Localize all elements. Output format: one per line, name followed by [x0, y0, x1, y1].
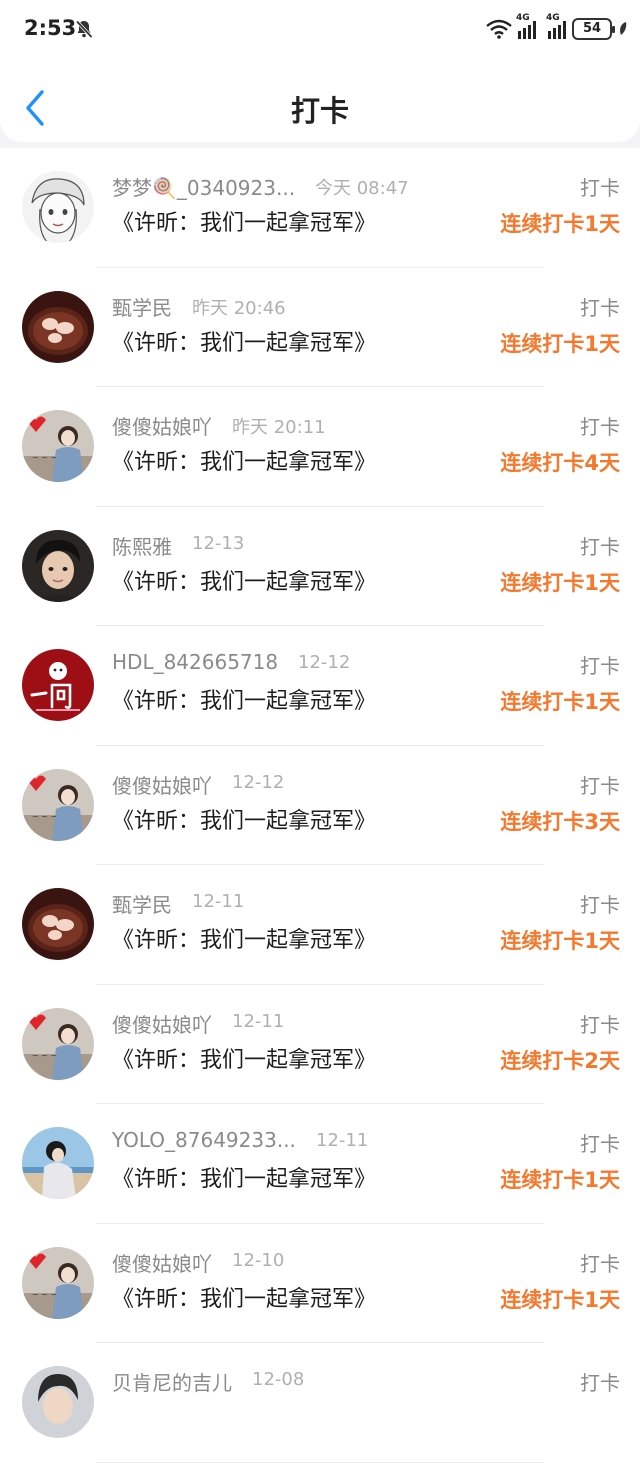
streak-days: 连续打卡1天 [500, 690, 620, 714]
svg-text:~ ~ ~: ~ ~ ~ [32, 812, 57, 821]
book-title: 《许昕：我们一起拿冠军》 [112, 450, 377, 475]
checkin-item[interactable]: ~ ~ ~ 傻傻姑娘吖 12-12 打卡《许昕：我们一起拿冠军》 连续打卡3天 [0, 745, 640, 865]
avatar[interactable] [22, 529, 94, 602]
book-title: 《许昕：我们一起拿冠军》 [112, 689, 377, 714]
checkin-item[interactable]: 梦梦🍭_0340923... 今天 08:47 打卡《许昕：我们一起拿冠军》 连续打卡… [0, 148, 640, 268]
checkin-time: 昨天 20:11 [232, 417, 326, 438]
checkin-time: 今天 08:47 [315, 178, 409, 199]
book-title: 《许昕：我们一起拿冠军》 [112, 1047, 377, 1073]
svg-text:~ ~ ~: ~ ~ ~ [32, 1290, 57, 1299]
checkin-label: 打卡 [580, 415, 620, 439]
user-name[interactable]: 傻傻姑娘吖 [112, 1009, 212, 1038]
avatar[interactable]: ~ ~ ~ [22, 1007, 94, 1080]
page-title: 打卡 [290, 94, 349, 128]
checkin-label: 打卡 [580, 295, 620, 320]
checkin-item[interactable]: 陈熙雅 12-13 打卡《许昕：我们一起拿冠军》 连续打卡1天 [0, 506, 640, 626]
book-title: 《许昕：我们一起拿冠军》 [112, 569, 377, 595]
signal-icon: 4G [516, 13, 536, 39]
checkin-label: 打卡 [580, 773, 620, 798]
checkin-label: 打卡 [580, 1371, 620, 1395]
book-title: 《许昕：我们一起拿冠军》 [112, 330, 377, 356]
checkin-time: 12-10 [232, 1249, 285, 1271]
checkin-time: 12-11 [192, 891, 245, 912]
checkin-item[interactable]: ~ ~ ~ 傻傻姑娘吖 12-11 打卡《许昕：我们一起拿冠军》 连续打卡2天 [0, 984, 640, 1104]
user-name[interactable]: 甄学民 [112, 889, 172, 918]
checkin-item[interactable]: ~ ~ ~ 傻傻姑娘吖 昨天 20:11 打卡《许昕：我们一起拿冠军》 连续打卡4天 [0, 387, 640, 507]
checkin-label: 打卡 [580, 654, 620, 678]
avatar[interactable] [22, 1127, 94, 1199]
avatar[interactable] [22, 888, 94, 960]
streak-days: 连续打卡2天 [500, 1048, 620, 1073]
leaf-icon [620, 22, 627, 35]
checkin-label: 打卡 [580, 1132, 620, 1156]
checkin-item[interactable]: ~ ~ ~ 傻傻姑娘吖 12-10 打卡《许昕：我们一起拿冠军》 连续打卡1天 [0, 1223, 640, 1343]
streak-days: 连续打卡1天 [500, 570, 620, 595]
checkin-label: 打卡 [580, 176, 620, 200]
checkin-time: 昨天 20:46 [192, 297, 286, 319]
streak-days: 连续打卡3天 [500, 809, 620, 834]
checkin-time: 12-12 [232, 771, 285, 793]
user-name[interactable]: 甄学民 [112, 292, 172, 321]
nav-bar: 打卡 [0, 62, 640, 142]
streak-days: 连续打卡1天 [500, 929, 620, 953]
user-name[interactable]: 贝肯尼的吉儿 [112, 1367, 232, 1396]
checkin-label: 打卡 [580, 1012, 620, 1037]
user-name[interactable]: 傻傻姑娘吖 [112, 1248, 212, 1277]
network-type-label: 4G [546, 13, 560, 23]
user-name[interactable]: HDL_842665718 [112, 650, 278, 674]
user-name[interactable]: 傻傻姑娘吖 [112, 411, 212, 440]
checkin-label: 打卡 [580, 534, 620, 559]
streak-days: 连续打卡4天 [500, 451, 620, 475]
avatar[interactable] [22, 1366, 94, 1438]
status-icons: 4G 4G 54 [486, 13, 628, 42]
checkin-time: 12-12 [298, 652, 351, 673]
checkin-label: 打卡 [580, 893, 620, 917]
checkin-time: 12-11 [316, 1130, 369, 1151]
avatar[interactable] [22, 171, 94, 243]
avatar[interactable]: ~ ~ ~ [22, 1246, 94, 1319]
status-time: 2:53 [24, 16, 77, 40]
checkin-item[interactable]: 甄学民 12-11 打卡《许昕：我们一起拿冠军》 连续打卡1天 [0, 865, 640, 985]
network-type-label: 4G [516, 13, 530, 23]
book-title: 《许昕：我们一起拿冠军》 [112, 211, 377, 236]
streak-days: 连续打卡1天 [500, 212, 620, 236]
user-name[interactable]: YOLO_87649233... [112, 1128, 296, 1152]
checkin-item[interactable]: 贝肯尼的吉儿 12-08 打卡 [0, 1343, 640, 1463]
book-title: 《许昕：我们一起拿冠军》 [112, 928, 377, 953]
avatar[interactable] [22, 649, 94, 721]
checkin-label: 打卡 [580, 1251, 620, 1276]
signal-icon: 4G [546, 13, 566, 39]
wifi-icon [486, 19, 512, 39]
checkin-item[interactable]: HDL_842665718 12-12 打卡《许昕：我们一起拿冠军》 连续打卡1天 [0, 626, 640, 746]
user-name[interactable]: 陈熙雅 [112, 531, 172, 560]
checkin-time: 12-13 [192, 532, 245, 554]
svg-text:~ ~ ~: ~ ~ ~ [32, 453, 57, 462]
status-bar: 2:53 4G 4G 54 [0, 0, 640, 62]
book-title: 《许昕：我们一起拿冠军》 [112, 1286, 377, 1312]
svg-text:~ ~ ~: ~ ~ ~ [32, 1051, 57, 1060]
streak-days: 连续打卡1天 [500, 331, 620, 356]
user-name[interactable]: 傻傻姑娘吖 [112, 770, 212, 799]
book-title: 《许昕：我们一起拿冠军》 [112, 808, 377, 834]
avatar[interactable]: ~ ~ ~ [22, 768, 94, 841]
checkin-item[interactable]: 甄学民 昨天 20:46 打卡《许昕：我们一起拿冠军》 连续打卡1天 [0, 267, 640, 387]
book-title: 《许昕：我们一起拿冠军》 [112, 1167, 377, 1192]
checkin-list: 梦梦🍭_0340923... 今天 08:47 打卡 《许昕：我们一起拿冠军》 连续打卡… [0, 148, 640, 1463]
battery-icon: 54 [572, 18, 615, 40]
checkin-time: 12-11 [232, 1010, 285, 1032]
bell-muted-icon [75, 20, 93, 39]
streak-days: 连续打卡1天 [500, 1287, 620, 1312]
avatar[interactable]: ~ ~ ~ [22, 410, 94, 482]
streak-days: 连续打卡1天 [500, 1168, 620, 1192]
user-name[interactable]: 梦梦🍭_0340923... [112, 172, 295, 201]
avatar[interactable] [22, 290, 94, 363]
checkin-item[interactable]: YOLO_87649233... 12-11 打卡《许昕：我们一起拿冠军》 连续打卡1… [0, 1104, 640, 1224]
